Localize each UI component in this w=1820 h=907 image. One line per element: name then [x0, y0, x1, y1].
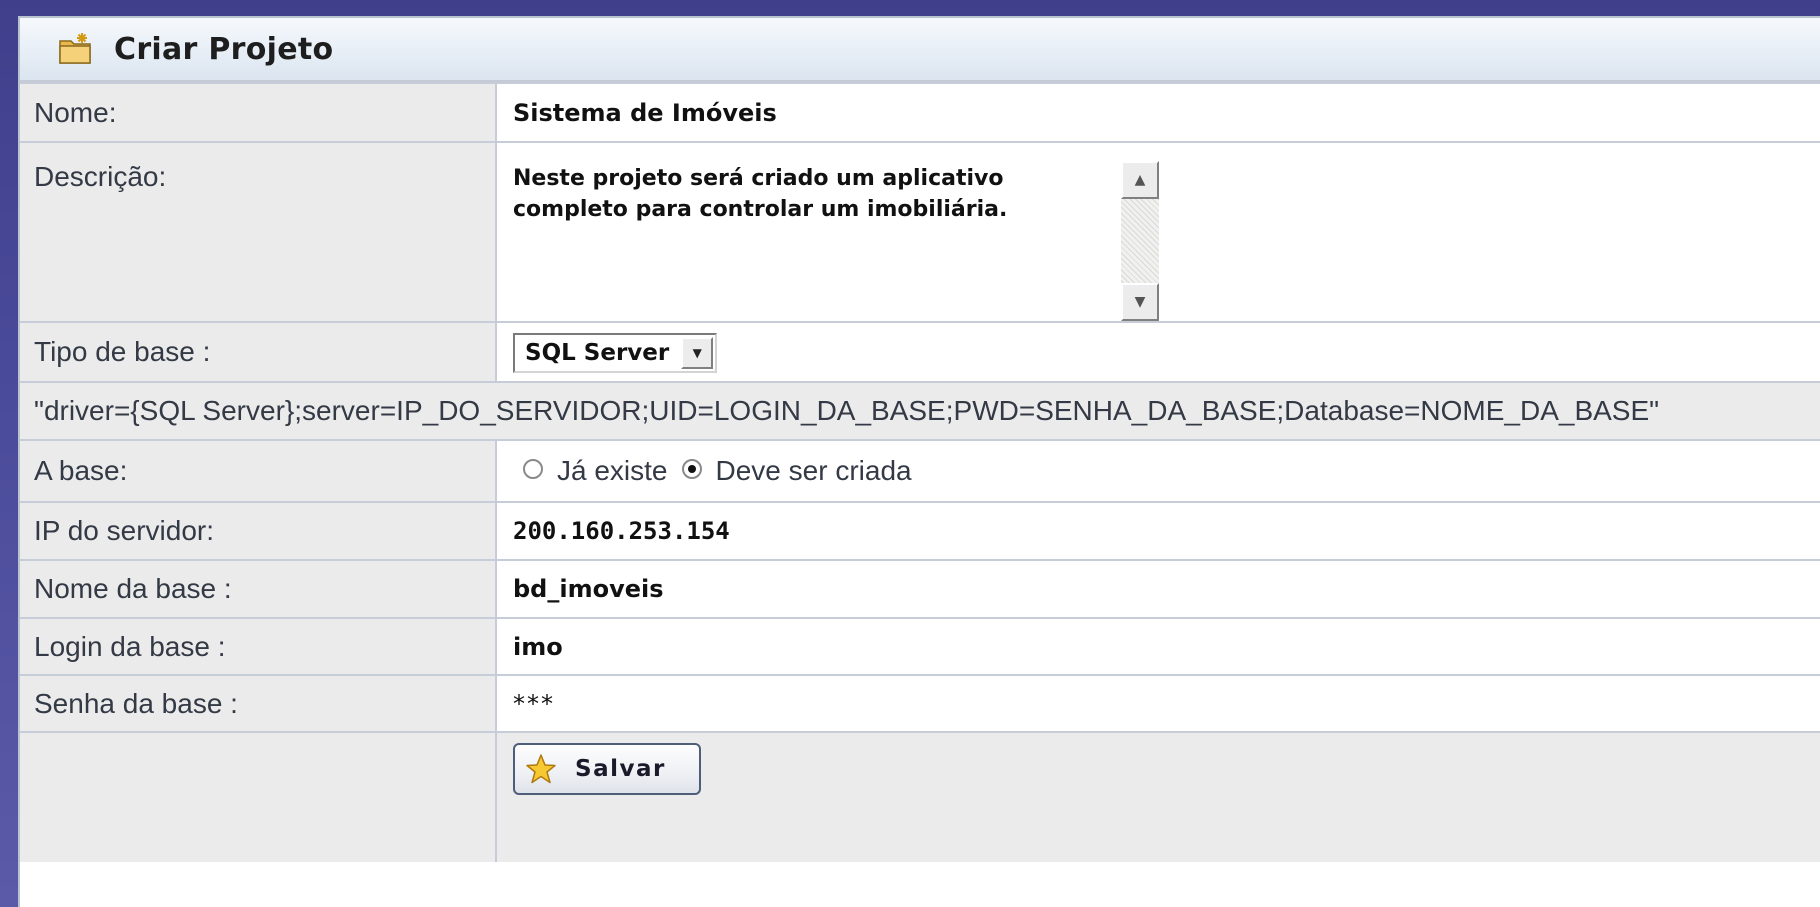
panel-title: Criar Projeto: [114, 31, 334, 67]
form-row-actions: Salvar: [20, 731, 1820, 862]
connection-string-text: "driver={SQL Server};server=IP_DO_SERVID…: [20, 381, 1820, 440]
form-row-ip-servidor: IP do servidor: 200.160.253.154: [20, 501, 1820, 560]
project-form: Nome: Sistema de Imóveis Descrição: Nest…: [20, 82, 1820, 862]
form-row-senha-base: Senha da base : ***: [20, 674, 1820, 732]
descricao-text[interactable]: Neste projeto será criado um aplicativo …: [513, 163, 1113, 225]
login-base-label: Login da base :: [20, 617, 497, 675]
a-base-cell: Já existe Deve ser criada: [496, 439, 1820, 502]
save-button-label: Salvar: [575, 756, 666, 782]
form-row-connection-string: "driver={SQL Server};server=IP_DO_SERVID…: [20, 381, 1820, 440]
radio-deve-ser-criada-label[interactable]: Deve ser criada: [716, 455, 912, 487]
panel-titlebar: Criar Projeto: [20, 18, 1820, 82]
radio-selected-dot: [687, 465, 696, 473]
nome-field[interactable]: Sistema de Imóveis: [496, 82, 1820, 142]
radio-deve-ser-criada[interactable]: [681, 459, 702, 479]
tipo-base-label: Tipo de base :: [20, 321, 497, 382]
descricao-scrollbar[interactable]: ▲ ▼: [1121, 161, 1159, 321]
form-row-a-base: A base: Já existe Deve ser criada: [20, 439, 1820, 502]
login-base-value[interactable]: imo: [513, 633, 563, 661]
ip-servidor-value[interactable]: 200.160.253.154: [513, 517, 730, 545]
ip-servidor-label: IP do servidor:: [20, 501, 497, 560]
scroll-up-arrow-icon[interactable]: ▲: [1121, 161, 1159, 199]
tipo-base-select[interactable]: SQL Server ▼: [513, 333, 718, 373]
radio-ja-existe[interactable]: [523, 459, 543, 479]
star-icon: [526, 754, 556, 784]
ip-servidor-field[interactable]: 200.160.253.154: [496, 501, 1820, 560]
senha-base-value[interactable]: ***: [513, 690, 555, 718]
nome-base-value[interactable]: bd_imoveis: [513, 575, 664, 603]
folder-new-icon: [59, 33, 91, 64]
form-row-tipo-base: Tipo de base : SQL Server ▼: [20, 321, 1820, 382]
nome-base-label: Nome da base :: [20, 559, 497, 618]
form-row-nome: Nome: Sistema de Imóveis: [20, 82, 1820, 142]
descricao-label: Descrição:: [20, 141, 497, 322]
create-project-panel: Criar Projeto Nome: Sistema de Imóveis D…: [18, 16, 1820, 907]
actions-empty-label: [20, 731, 497, 862]
descricao-textarea[interactable]: Neste projeto será criado um aplicativo …: [496, 141, 1820, 322]
descricao-line-1: Neste projeto será criado um aplicativo: [513, 166, 1004, 191]
nome-value[interactable]: Sistema de Imóveis: [513, 99, 777, 127]
nome-label: Nome:: [20, 82, 497, 142]
login-base-field[interactable]: imo: [496, 617, 1820, 675]
tipo-base-cell: SQL Server ▼: [496, 321, 1820, 382]
scroll-down-arrow-icon[interactable]: ▼: [1121, 283, 1159, 321]
senha-base-field[interactable]: ***: [496, 674, 1820, 732]
descricao-line-2: completo para controlar um imobiliária.: [513, 197, 1008, 222]
dropdown-arrow-icon[interactable]: ▼: [681, 337, 714, 369]
form-row-nome-base: Nome da base : bd_imoveis: [20, 559, 1820, 618]
actions-cell: Salvar: [496, 731, 1820, 862]
nome-base-field[interactable]: bd_imoveis: [496, 559, 1820, 618]
senha-base-label: Senha da base :: [20, 674, 497, 732]
form-row-descricao: Descrição: Neste projeto será criado um …: [20, 141, 1820, 322]
save-button[interactable]: Salvar: [513, 743, 701, 795]
form-row-login-base: Login da base : imo: [20, 617, 1820, 675]
radio-ja-existe-label[interactable]: Já existe: [557, 455, 668, 487]
a-base-radio-group: Já existe Deve ser criada: [513, 455, 1820, 487]
a-base-label: A base:: [20, 439, 497, 502]
tipo-base-selected-value: SQL Server: [525, 340, 670, 366]
